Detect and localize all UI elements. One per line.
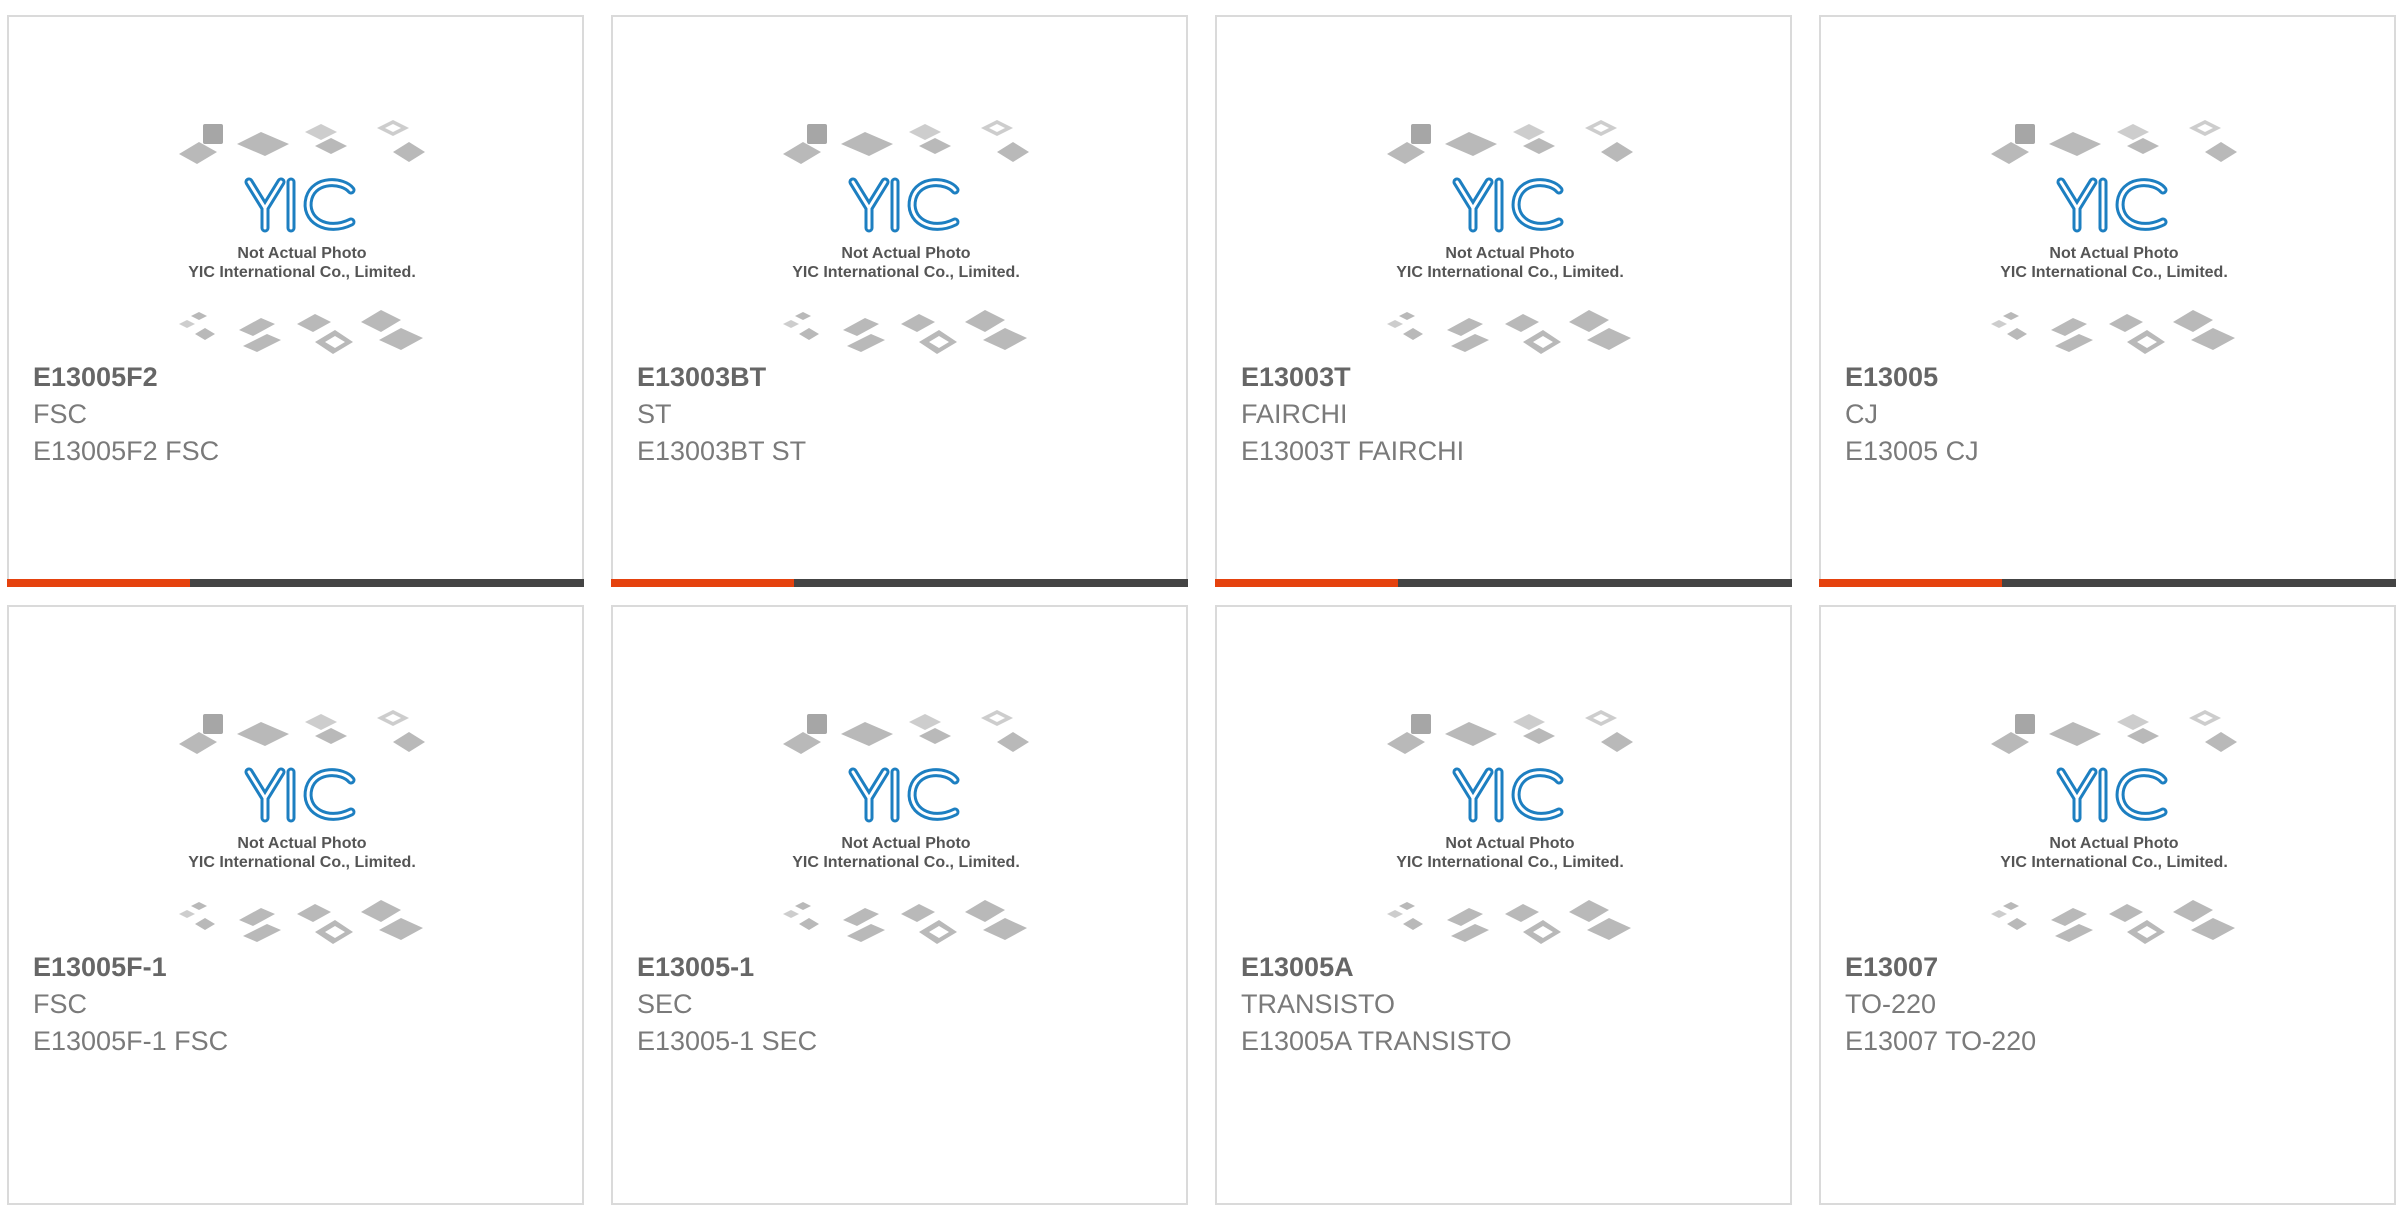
card-accent-bar (1819, 579, 2002, 587)
chip-packages-placeholder-icon: Not Actual Photo YIC International Co., … (179, 120, 425, 354)
part-description: E13007 TO-220 (1845, 1026, 2037, 1056)
part-number[interactable]: E13003T (1241, 359, 1780, 396)
product-card-2[interactable]: Not Actual Photo YIC International Co., … (611, 15, 1188, 587)
manufacturer: FAIRCHI (1241, 399, 1348, 429)
chip-packages-placeholder-icon: Not Actual Photo YIC International Co., … (783, 710, 1029, 944)
card-bottom-bar (1819, 579, 2396, 587)
chip-packages-placeholder-icon: Not Actual Photo YIC International Co., … (1387, 120, 1633, 354)
part-description: E13003BT ST (637, 436, 807, 466)
part-description: E13005F2 FSC (33, 436, 220, 466)
chip-packages-placeholder-icon: Not Actual Photo YIC International Co., … (1387, 710, 1633, 944)
part-number[interactable]: E13005F2 (33, 359, 572, 396)
card-bottom-bar (1215, 579, 1792, 587)
product-card-4[interactable]: Not Actual Photo YIC International Co., … (1819, 15, 2396, 587)
caption-line2: YIC International Co., Limited. (792, 264, 1020, 281)
yic-logo-icon (2056, 177, 2168, 233)
product-card-6[interactable]: Not Actual Photo YIC International Co., … (611, 605, 1188, 1205)
caption-line2: YIC International Co., Limited. (792, 854, 1020, 871)
part-description: E13005A TRANSISTO (1241, 1026, 1512, 1056)
yic-logo-icon (244, 767, 356, 823)
part-number[interactable]: E13005F-1 (33, 949, 572, 986)
manufacturer: TRANSISTO (1241, 989, 1396, 1019)
chip-packages-placeholder-icon: Not Actual Photo YIC International Co., … (1991, 710, 2237, 944)
part-description: E13005F-1 FSC (33, 1026, 229, 1056)
product-card-8[interactable]: Not Actual Photo YIC International Co., … (1819, 605, 2396, 1205)
yic-logo-icon (1452, 767, 1564, 823)
manufacturer: ST (637, 399, 672, 429)
card-bottom-bar (611, 579, 1188, 587)
caption-line2: YIC International Co., Limited. (188, 264, 416, 281)
yic-logo-icon (1452, 177, 1564, 233)
yic-logo-icon (848, 767, 960, 823)
part-description: E13005 CJ (1845, 436, 1979, 466)
caption-line2: YIC International Co., Limited. (1396, 854, 1624, 871)
caption-line1: Not Actual Photo (1445, 835, 1574, 852)
part-description: E13005-1 SEC (637, 1026, 818, 1056)
caption-line1: Not Actual Photo (237, 835, 366, 852)
chip-packages-placeholder-icon: Not Actual Photo YIC International Co., … (1991, 120, 2237, 354)
chip-packages-placeholder-icon: Not Actual Photo YIC International Co., … (783, 120, 1029, 354)
product-card-1[interactable]: Not Actual Photo YIC International Co., … (7, 15, 584, 587)
part-number[interactable]: E13007 (1845, 949, 2384, 986)
manufacturer: FSC (33, 989, 87, 1019)
part-description: E13003T FAIRCHI (1241, 436, 1465, 466)
yic-logo-icon (848, 177, 960, 233)
manufacturer: FSC (33, 399, 87, 429)
part-number[interactable]: E13005 (1845, 359, 2384, 396)
manufacturer: CJ (1845, 399, 1878, 429)
caption-line1: Not Actual Photo (237, 245, 366, 262)
card-bottom-bar (7, 579, 584, 587)
caption-line1: Not Actual Photo (2049, 835, 2178, 852)
caption-line1: Not Actual Photo (1445, 245, 1574, 262)
yic-logo-icon (2056, 767, 2168, 823)
yic-logo-icon (244, 177, 356, 233)
part-number[interactable]: E13003BT (637, 359, 1176, 396)
chip-packages-placeholder-icon: Not Actual Photo YIC International Co., … (179, 710, 425, 944)
manufacturer: TO-220 (1845, 989, 1937, 1019)
card-accent-bar (7, 579, 190, 587)
product-card-3[interactable]: Not Actual Photo YIC International Co., … (1215, 15, 1792, 587)
card-accent-bar (1215, 579, 1398, 587)
manufacturer: SEC (637, 989, 693, 1019)
caption-line2: YIC International Co., Limited. (188, 854, 416, 871)
caption-line2: YIC International Co., Limited. (1396, 264, 1624, 281)
caption-line2: YIC International Co., Limited. (2000, 264, 2228, 281)
product-grid: Not Actual Photo YIC International Co., … (0, 0, 2400, 1205)
card-accent-bar (611, 579, 794, 587)
caption-line1: Not Actual Photo (2049, 245, 2178, 262)
part-number[interactable]: E13005-1 (637, 949, 1176, 986)
part-number[interactable]: E13005A (1241, 949, 1780, 986)
product-card-5[interactable]: Not Actual Photo YIC International Co., … (7, 605, 584, 1205)
caption-line1: Not Actual Photo (841, 835, 970, 852)
caption-line1: Not Actual Photo (841, 245, 970, 262)
product-card-7[interactable]: Not Actual Photo YIC International Co., … (1215, 605, 1792, 1205)
caption-line2: YIC International Co., Limited. (2000, 854, 2228, 871)
